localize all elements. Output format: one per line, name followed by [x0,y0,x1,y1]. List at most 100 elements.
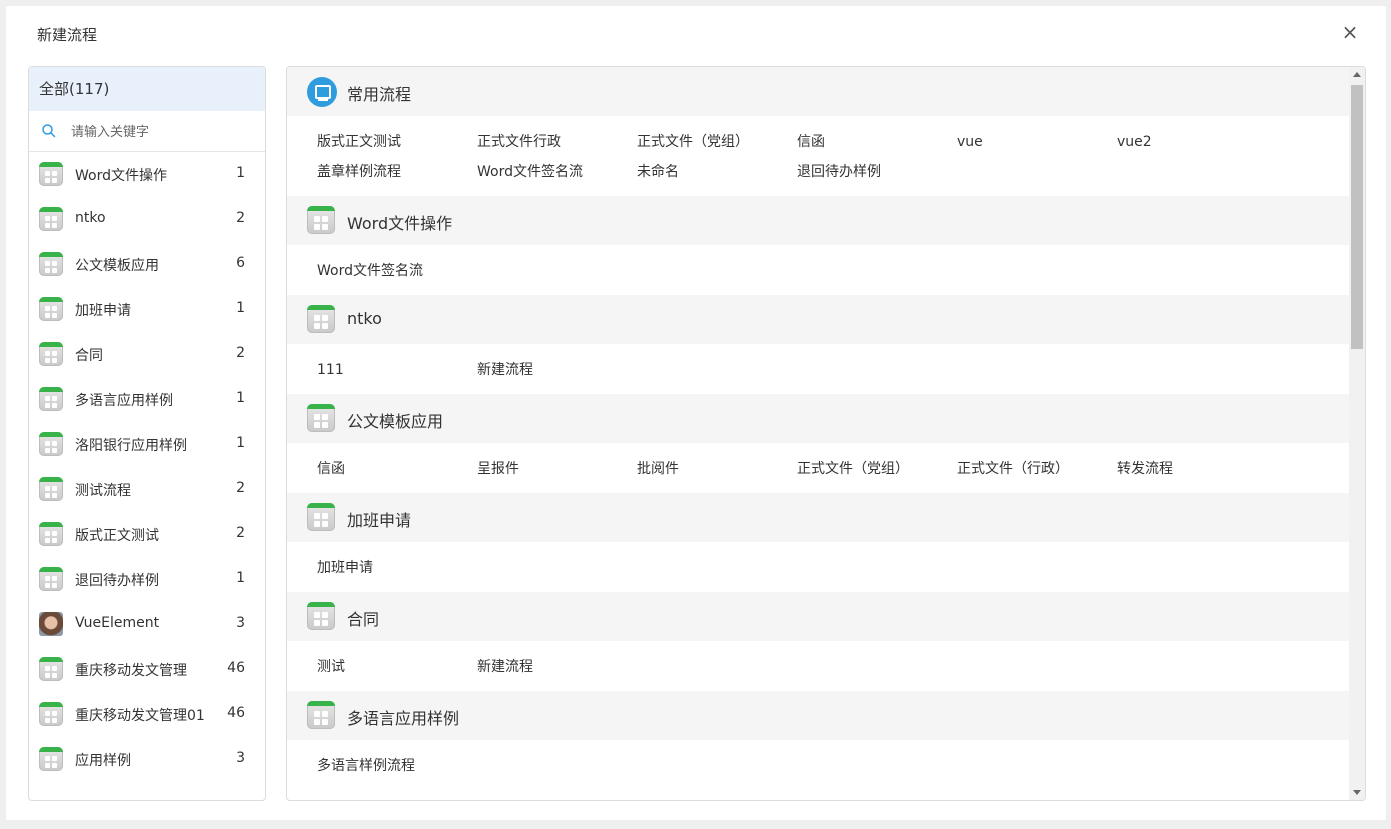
process-link[interactable]: 多语言样例流程 [317,751,477,781]
app-icon [39,342,63,366]
section-icon [307,77,337,107]
sidebar-category-item[interactable]: 洛阳银行应用样例 1 [29,422,265,467]
section-header: Word文件操作 [287,196,1349,245]
section-icon [307,503,335,531]
app-icon [39,207,63,231]
app-icon [39,477,63,501]
scrollbar[interactable] [1349,67,1365,800]
category-count: 6 [236,255,245,271]
new-process-dialog: 新建流程 × 全部(117) Word文件操作 1 ntko 2 公文模板应用 6 加班申请… [6,6,1386,820]
search-input[interactable] [69,119,253,145]
category-count: 2 [236,480,245,496]
process-link[interactable]: 退回待办样例 [797,157,957,187]
app-icon [307,701,335,729]
section-title: ntko [347,309,382,328]
category-count: 1 [236,300,245,316]
category-count: 46 [227,660,245,676]
sidebar-category-item[interactable]: 应用样例 3 [29,737,265,782]
section-body: 111 新建流程 [287,344,1349,394]
process-link[interactable]: 正式文件行政 [477,127,637,157]
search-icon [42,124,56,138]
sidebar-category-item[interactable]: 退回待办样例 1 [29,557,265,602]
scroll-up-arrow-icon[interactable] [1353,72,1361,77]
process-link[interactable]: 加班申请 [317,553,477,583]
monitor-icon [307,77,337,107]
sidebar-category-item[interactable]: Word文件操作 1 [29,152,265,197]
category-icon [39,477,63,501]
sidebar-category-item[interactable]: 多语言应用样例 1 [29,377,265,422]
process-link[interactable]: 版式正文测试 [317,127,477,157]
category-label: 重庆移动发文管理01 [75,708,205,724]
process-link[interactable]: 呈报件 [477,454,637,484]
process-sections: 常用流程 版式正文测试 正式文件行政 正式文件（党组） 信函 vue vue2 盖章样例流程 W… [287,67,1349,800]
process-link[interactable]: 测试 [317,652,477,682]
app-icon [307,602,335,630]
section-body: 测试 新建流程 [287,641,1349,691]
sidebar-category-item[interactable]: 加班申请 1 [29,287,265,332]
section-icon [307,404,335,432]
category-label: 加班申请 [75,303,131,319]
sidebar-category-item[interactable]: 重庆移动发文管理01 46 [29,692,265,737]
category-count: 1 [236,390,245,406]
process-link[interactable]: 未命名 [637,157,797,187]
sidebar-category-item[interactable]: VueElement 3 [29,602,265,647]
scroll-down-arrow-icon[interactable] [1353,790,1361,795]
process-link[interactable]: Word文件签名流 [317,256,477,286]
scrollbar-thumb[interactable] [1351,85,1363,349]
category-count: 1 [236,570,245,586]
sidebar-category-item[interactable]: 公文模板应用 6 [29,242,265,287]
process-link[interactable]: 正式文件（行政） [957,454,1117,484]
sidebar-category-item[interactable]: ntko 2 [29,197,265,242]
process-link[interactable]: vue2 [1117,127,1277,157]
process-link[interactable]: 111 [317,355,477,385]
sidebar-category-item[interactable]: 重庆移动发文管理 46 [29,647,265,692]
sidebar-category-item[interactable]: 合同 2 [29,332,265,377]
category-label: 重庆移动发文管理 [75,663,187,679]
process-link[interactable]: 新建流程 [477,355,637,385]
section-header: 加班申请 [287,493,1349,542]
section-header: 多语言应用样例 [287,691,1349,740]
process-link[interactable]: 正式文件（党组） [637,127,797,157]
section-header: 合同 [287,592,1349,641]
sidebar-category-item[interactable]: 版式正文测试 2 [29,512,265,557]
category-icon [39,297,63,321]
category-icon [39,657,63,681]
category-icon [39,522,63,546]
section-title: 加班申请 [347,511,412,530]
category-count: 46 [227,705,245,721]
process-link[interactable]: 新建流程 [477,652,637,682]
process-link[interactable]: 盖章样例流程 [317,157,477,187]
app-icon [307,305,335,333]
category-icon [39,567,63,591]
process-link[interactable]: Word文件签名流 [477,157,637,187]
category-label: 合同 [75,348,103,364]
app-icon [39,387,63,411]
app-icon [39,162,63,186]
category-label: 公文模板应用 [75,258,159,274]
process-link[interactable]: 信函 [797,127,957,157]
category-icon [39,387,63,411]
sidebar-category-item[interactable]: 测试流程 2 [29,467,265,512]
section-header: 公文模板应用 [287,394,1349,443]
category-sidebar: 全部(117) Word文件操作 1 ntko 2 公文模板应用 6 加班申请 1 合同 2 多语言… [28,66,266,801]
all-categories-tab[interactable]: 全部(117) [29,67,265,111]
section-icon [307,206,335,234]
category-label: 测试流程 [75,483,131,499]
process-link[interactable]: 正式文件（党组） [797,454,957,484]
app-icon [39,522,63,546]
category-icon [39,747,63,771]
process-link[interactable]: 批阅件 [637,454,797,484]
process-link[interactable]: vue [957,127,1117,157]
category-count: 3 [236,615,245,631]
category-label: 洛阳银行应用样例 [75,438,187,454]
dialog-title: 新建流程 [37,26,98,44]
category-icon [39,612,63,636]
process-link[interactable]: 转发流程 [1117,454,1277,484]
category-icon [39,207,63,231]
section-icon [307,701,335,729]
category-icon [39,702,63,726]
category-count: 1 [236,165,245,181]
section-title: 常用流程 [347,85,412,104]
process-link[interactable]: 信函 [317,454,477,484]
close-icon[interactable]: × [1340,22,1360,42]
